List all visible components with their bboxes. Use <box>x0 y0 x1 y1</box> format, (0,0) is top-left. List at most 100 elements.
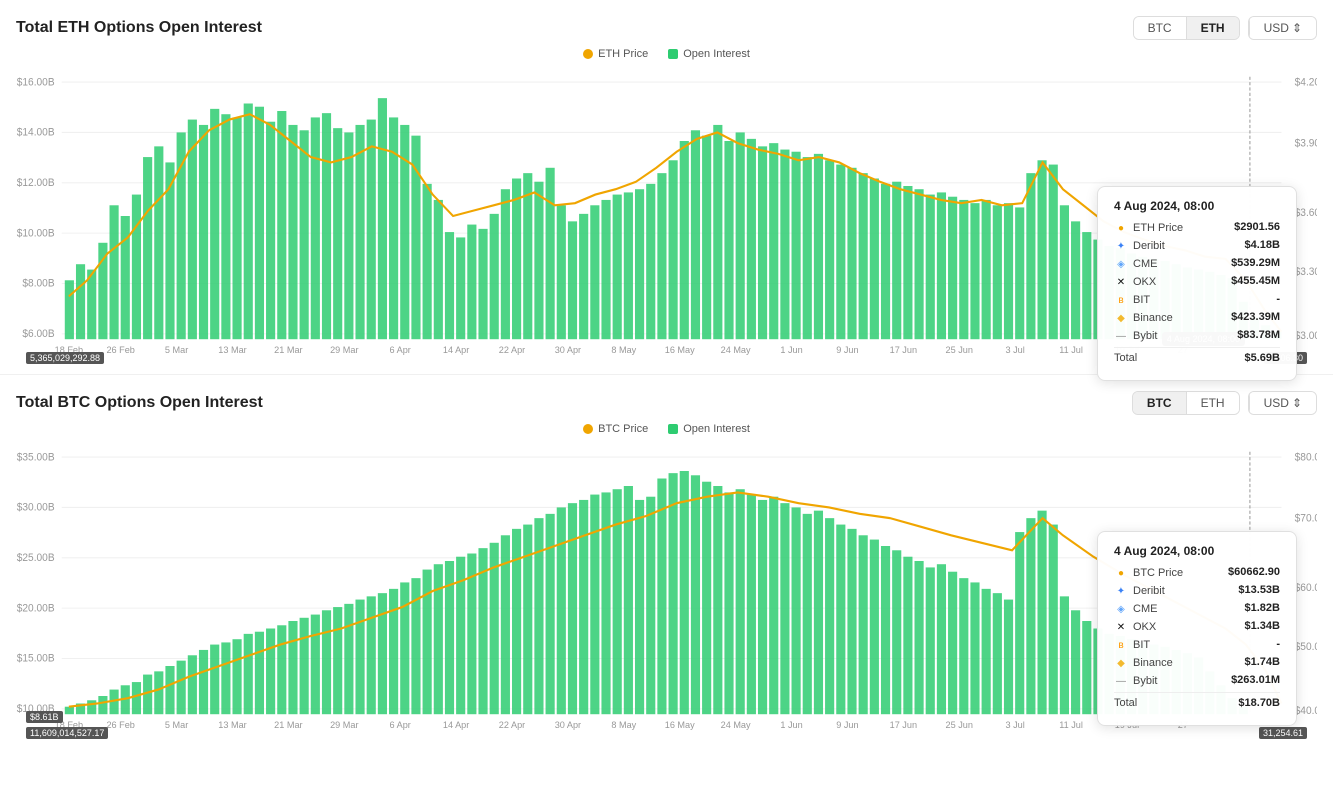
svg-text:$4.20K: $4.20K <box>1295 77 1317 88</box>
svg-text:22 Apr: 22 Apr <box>499 719 525 730</box>
svg-text:6 Apr: 6 Apr <box>390 344 411 355</box>
svg-text:21 Mar: 21 Mar <box>274 344 302 355</box>
svg-text:5 Mar: 5 Mar <box>165 344 188 355</box>
eth-bottom-left-label: 5,365,029,292.88 <box>26 352 104 364</box>
btc-currency-button[interactable]: USD ⇕ <box>1249 392 1316 414</box>
svg-text:$35.00B: $35.00B <box>17 452 55 463</box>
svg-text:$20.00B: $20.00B <box>17 603 55 614</box>
svg-text:$14.00B: $14.00B <box>17 127 55 138</box>
eth-tooltip-row-bit: ʙ BIT - <box>1114 293 1280 307</box>
btc-chart-title: Total BTC Options Open Interest <box>16 394 263 412</box>
svg-text:$6.00B: $6.00B <box>22 329 54 340</box>
eth-legend: ETH Price Open Interest <box>16 48 1317 60</box>
svg-text:$8.00B: $8.00B <box>22 279 54 290</box>
btc-btc-button[interactable]: BTC <box>1133 392 1187 414</box>
btc-tooltip-row-bybit: — Bybit $263.01M <box>1114 674 1280 688</box>
svg-text:17 Jun: 17 Jun <box>890 344 917 355</box>
btc-bottom-left-sub: $8.61B <box>26 711 63 723</box>
btc-currency-toggle[interactable]: USD ⇕ <box>1248 391 1317 415</box>
eth-chart-title: Total ETH Options Open Interest <box>16 19 262 37</box>
eth-eth-button[interactable]: ETH <box>1187 17 1239 39</box>
svg-text:$70.00K: $70.00K <box>1295 513 1317 524</box>
eth-chart-container[interactable]: $16.00B $14.00B $12.00B $10.00B $8.00B $… <box>16 66 1317 366</box>
svg-text:13 Mar: 13 Mar <box>218 719 246 730</box>
btc-okx-icon: ✕ <box>1114 620 1128 634</box>
svg-text:1 Jun: 1 Jun <box>780 344 802 355</box>
svg-text:24 May: 24 May <box>721 344 751 355</box>
btc-cme-icon: ◈ <box>1114 602 1128 616</box>
eth-oi-legend: Open Interest <box>668 48 750 60</box>
eth-tooltip-row-deribit: ✦ Deribit $4.18B <box>1114 239 1280 253</box>
svg-text:$3.90K: $3.90K <box>1295 138 1317 149</box>
btc-bottom-right-label: 31,254.61 <box>1259 727 1307 739</box>
svg-text:14 Apr: 14 Apr <box>443 344 469 355</box>
eth-tooltip-date: 4 Aug 2024, 08:00 <box>1114 199 1280 213</box>
svg-text:13 Mar: 13 Mar <box>218 344 246 355</box>
svg-text:25 Jun: 25 Jun <box>946 719 973 730</box>
svg-text:$3.60K: $3.60K <box>1295 208 1317 219</box>
eth-chart-toggle[interactable]: BTC ETH <box>1133 16 1240 40</box>
eth-btc-button[interactable]: BTC <box>1134 17 1187 39</box>
svg-text:8 May: 8 May <box>611 344 636 355</box>
deribit-icon: ✦ <box>1114 239 1128 253</box>
svg-text:17 Jun: 17 Jun <box>890 719 917 730</box>
btc-bybit-icon: — <box>1114 674 1128 688</box>
btc-tooltip-row-binance: ◆ Binance $1.74B <box>1114 656 1280 670</box>
svg-text:$12.00B: $12.00B <box>17 178 55 189</box>
bybit-icon: — <box>1114 329 1128 343</box>
btc-price-legend-dot <box>583 424 593 434</box>
binance-icon: ◆ <box>1114 311 1128 325</box>
svg-text:6 Apr: 6 Apr <box>390 719 411 730</box>
svg-text:$15.00B: $15.00B <box>17 654 55 665</box>
btc-deribit-icon: ✦ <box>1114 584 1128 598</box>
btc-chart-toggle[interactable]: BTC ETH <box>1132 391 1240 415</box>
svg-text:$3.00K: $3.00K <box>1295 331 1317 342</box>
svg-text:1 Jun: 1 Jun <box>780 719 802 730</box>
svg-text:$10.00B: $10.00B <box>17 228 55 239</box>
svg-text:11 Jul: 11 Jul <box>1059 344 1083 355</box>
svg-text:24 May: 24 May <box>721 719 751 730</box>
svg-text:30 Apr: 30 Apr <box>555 719 581 730</box>
btc-tooltip: 4 Aug 2024, 08:00 ● BTC Price $60662.90 … <box>1097 531 1297 726</box>
btc-bottom-left-label: 11,609,014,527.17 <box>26 727 108 739</box>
btc-chart-header: Total BTC Options Open Interest BTC ETH … <box>16 391 1317 415</box>
btc-tooltip-row-deribit: ✦ Deribit $13.53B <box>1114 584 1280 598</box>
svg-text:30 Apr: 30 Apr <box>555 344 581 355</box>
btc-chart-container[interactable]: $35.00B $30.00B $25.00B $20.00B $15.00B … <box>16 441 1317 741</box>
eth-tooltip-row-bybit: — Bybit $83.78M <box>1114 329 1280 343</box>
eth-tooltip-row-okx: ✕ OKX $455.45M <box>1114 275 1280 289</box>
btc-eth-button[interactable]: ETH <box>1187 392 1239 414</box>
btc-legend: BTC Price Open Interest <box>16 423 1317 435</box>
svg-text:22 Apr: 22 Apr <box>499 344 525 355</box>
svg-text:$40.00K: $40.00K <box>1295 706 1317 717</box>
okx-icon: ✕ <box>1114 275 1128 289</box>
svg-text:14 Apr: 14 Apr <box>443 719 469 730</box>
btc-price-legend: BTC Price <box>583 423 648 435</box>
btc-tooltip-date: 4 Aug 2024, 08:00 <box>1114 544 1280 558</box>
btc-tooltip-row-bit: ʙ BIT - <box>1114 638 1280 652</box>
eth-oi-legend-dot <box>668 49 678 59</box>
svg-text:16 May: 16 May <box>665 344 695 355</box>
eth-chart-header: Total ETH Options Open Interest BTC ETH … <box>16 16 1317 40</box>
eth-tooltip-row-cme: ◈ CME $539.29M <box>1114 257 1280 271</box>
svg-text:8 May: 8 May <box>611 719 636 730</box>
eth-currency-toggle[interactable]: USD ⇕ <box>1248 16 1317 40</box>
svg-text:$3.30K: $3.30K <box>1295 267 1317 278</box>
eth-currency-button[interactable]: USD ⇕ <box>1249 17 1316 39</box>
svg-text:$80.00K: $80.00K <box>1295 452 1317 463</box>
eth-tooltip-row-price: ● ETH Price $2901.56 <box>1114 221 1280 235</box>
eth-price-legend: ETH Price <box>583 48 648 60</box>
btc-price-icon: ● <box>1114 566 1128 580</box>
svg-text:29 Mar: 29 Mar <box>330 344 358 355</box>
svg-text:3 Jul: 3 Jul <box>1005 719 1024 730</box>
svg-text:3 Jul: 3 Jul <box>1005 344 1024 355</box>
svg-text:21 Mar: 21 Mar <box>274 719 302 730</box>
btc-chart-section: Total BTC Options Open Interest BTC ETH … <box>0 375 1333 749</box>
svg-text:$50.00K: $50.00K <box>1295 642 1317 653</box>
eth-tooltip-row-binance: ◆ Binance $423.39M <box>1114 311 1280 325</box>
eth-price-legend-dot <box>583 49 593 59</box>
bit-icon: ʙ <box>1114 293 1128 307</box>
eth-price-icon: ● <box>1114 221 1128 235</box>
svg-text:$30.00B: $30.00B <box>17 502 55 513</box>
btc-binance-icon: ◆ <box>1114 656 1128 670</box>
